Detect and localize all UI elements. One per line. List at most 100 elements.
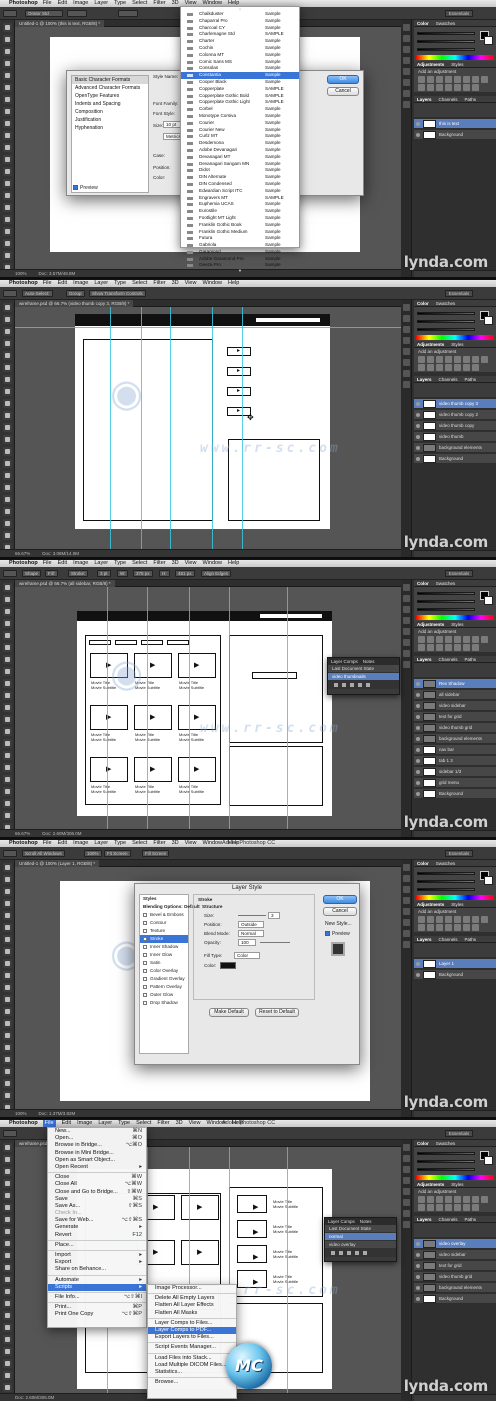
adjustment-icon[interactable] bbox=[427, 636, 434, 643]
tool-icon[interactable] bbox=[2, 619, 12, 628]
tool-icon[interactable] bbox=[2, 35, 12, 44]
tool-icon[interactable] bbox=[2, 143, 12, 152]
layer-row[interactable]: all sidebar bbox=[414, 690, 496, 700]
adjustment-icon[interactable] bbox=[418, 356, 425, 363]
tool-icon[interactable] bbox=[2, 983, 12, 992]
tool-icon[interactable] bbox=[2, 59, 12, 68]
menu-3d[interactable]: 3D bbox=[172, 840, 179, 847]
tab-layers[interactable]: Layers bbox=[417, 1217, 432, 1222]
menu-image[interactable]: Image bbox=[73, 280, 88, 287]
adjustment-icon[interactable] bbox=[436, 1204, 443, 1211]
tab-channels[interactable]: Channels bbox=[439, 1217, 458, 1222]
tool-icon[interactable] bbox=[2, 1019, 12, 1028]
font-menu-item[interactable]: Charlemagne Std SAMPLE bbox=[181, 31, 299, 38]
file-menu-item[interactable]: Close All ⌥⌘W bbox=[48, 1181, 146, 1188]
file-menu-item[interactable]: Save for Web... ⌥⇧⌘S bbox=[48, 1217, 146, 1224]
tab-paths[interactable]: Paths bbox=[465, 657, 477, 662]
font-menu-item[interactable]: Franklin Gothic Book Sample bbox=[181, 222, 299, 229]
style-checkbox[interactable] bbox=[143, 921, 147, 925]
menu-filter[interactable]: Filter bbox=[153, 560, 165, 567]
panel-tab[interactable]: Notes bbox=[360, 1219, 372, 1224]
sidebar-video[interactable] bbox=[237, 1220, 267, 1238]
menu-help[interactable]: Help bbox=[228, 280, 239, 287]
workspace-switcher[interactable]: Essentials bbox=[445, 10, 473, 17]
tool-icon[interactable] bbox=[2, 739, 12, 748]
menu-filter[interactable]: Filter bbox=[157, 1120, 169, 1127]
apple-icon[interactable] bbox=[0, 560, 7, 567]
tool-icon[interactable] bbox=[2, 23, 12, 32]
file-menu-item[interactable]: Export ▸ bbox=[48, 1259, 146, 1266]
adjustment-icon[interactable] bbox=[472, 636, 479, 643]
layer-row[interactable]: nav bar bbox=[414, 745, 496, 755]
app-menu[interactable]: Photoshop bbox=[9, 560, 38, 567]
panel-collapse-icon[interactable] bbox=[402, 57, 410, 64]
tool-icon[interactable] bbox=[2, 47, 12, 56]
tool-icon[interactable] bbox=[2, 1031, 12, 1040]
tab-styles[interactable]: Styles bbox=[451, 342, 463, 347]
adjustment-icon[interactable] bbox=[418, 364, 425, 371]
style-item[interactable]: Bevel & Emboss bbox=[140, 911, 188, 919]
adjustment-icon[interactable] bbox=[463, 636, 470, 643]
style-checkbox[interactable] bbox=[143, 953, 147, 957]
video-thumb-button[interactable] bbox=[227, 347, 251, 356]
adjustment-icon[interactable] bbox=[463, 76, 470, 83]
style-checkbox[interactable] bbox=[143, 945, 147, 949]
menu-help[interactable]: Help bbox=[228, 560, 239, 567]
option-7[interactable]: 481 px bbox=[175, 570, 195, 577]
tool-icon[interactable] bbox=[2, 167, 12, 176]
font-menu-item[interactable]: Gabriola Sample bbox=[181, 242, 299, 249]
adjustment-icon[interactable] bbox=[454, 84, 461, 91]
tool-icon[interactable] bbox=[2, 887, 12, 896]
adjustment-icon[interactable] bbox=[427, 356, 434, 363]
tool-icon[interactable] bbox=[2, 107, 12, 116]
color-spectrum[interactable] bbox=[416, 615, 494, 620]
tab-paths[interactable]: Paths bbox=[465, 377, 477, 382]
grid-tab[interactable] bbox=[115, 640, 137, 645]
adjustment-icon[interactable] bbox=[445, 364, 452, 371]
eye-icon[interactable] bbox=[416, 759, 420, 763]
tool-preset-picker[interactable] bbox=[3, 570, 17, 577]
file-menu-item[interactable]: Save As... ⇧⌘S bbox=[48, 1203, 146, 1210]
menu-view[interactable]: View bbox=[185, 560, 197, 567]
app-menu[interactable]: Photoshop bbox=[9, 1120, 38, 1127]
adjustment-icon[interactable] bbox=[472, 644, 479, 651]
tab-styles[interactable]: Styles bbox=[451, 62, 463, 67]
tool-icon[interactable] bbox=[2, 763, 12, 772]
tool-preset-picker[interactable] bbox=[3, 1130, 17, 1137]
tool-icon[interactable] bbox=[2, 71, 12, 80]
layer-row[interactable]: Background bbox=[414, 1294, 496, 1304]
adjustment-icon[interactable] bbox=[418, 644, 425, 651]
script-menu-item[interactable]: Browse... bbox=[148, 1379, 236, 1386]
menu-file[interactable]: File bbox=[43, 280, 52, 287]
option-2[interactable]: Show Transform Controls bbox=[89, 290, 146, 297]
tool-icon[interactable] bbox=[2, 1359, 12, 1368]
style-checkbox[interactable] bbox=[143, 913, 147, 917]
style-sections-list[interactable]: Basic Character Formats Advanced Characte… bbox=[71, 75, 149, 193]
file-menu-item[interactable]: Import ▸ bbox=[48, 1252, 146, 1259]
tab-channels[interactable]: Channels bbox=[439, 377, 458, 382]
adjustment-icon[interactable] bbox=[436, 84, 443, 91]
menu-3d[interactable]: 3D bbox=[172, 280, 179, 287]
font-menu-item[interactable]: Geeza Pro Sample bbox=[181, 262, 299, 269]
adjustment-icon[interactable] bbox=[427, 1204, 434, 1211]
tab-swatches[interactable]: Swatches bbox=[436, 21, 456, 26]
menu-select[interactable]: Select bbox=[132, 560, 147, 567]
adjustment-icon[interactable] bbox=[436, 916, 443, 923]
option-0[interactable]: Scroll All Windows bbox=[22, 850, 65, 857]
adjustment-icon[interactable] bbox=[481, 76, 488, 83]
menu-layer[interactable]: Layer bbox=[94, 840, 108, 847]
selected-sidebar-element[interactable] bbox=[252, 672, 297, 679]
video-thumbnail[interactable] bbox=[90, 705, 128, 730]
option-5[interactable]: 375 px bbox=[133, 570, 153, 577]
tool-icon[interactable] bbox=[2, 691, 12, 700]
layer-row[interactable]: Background bbox=[414, 789, 496, 799]
tab-color[interactable]: Color bbox=[417, 21, 429, 26]
tool-icon[interactable] bbox=[2, 1143, 12, 1152]
layer-row[interactable]: text for grid bbox=[414, 712, 496, 722]
tool-icon[interactable] bbox=[2, 959, 12, 968]
font-menu-item[interactable]: Chalkduster Sample bbox=[181, 11, 299, 18]
tool-icon[interactable] bbox=[2, 751, 12, 760]
panel-collapse-icon[interactable] bbox=[402, 35, 410, 42]
eye-icon[interactable] bbox=[416, 446, 420, 450]
layer-row[interactable]: video thumb grid bbox=[414, 1272, 496, 1282]
